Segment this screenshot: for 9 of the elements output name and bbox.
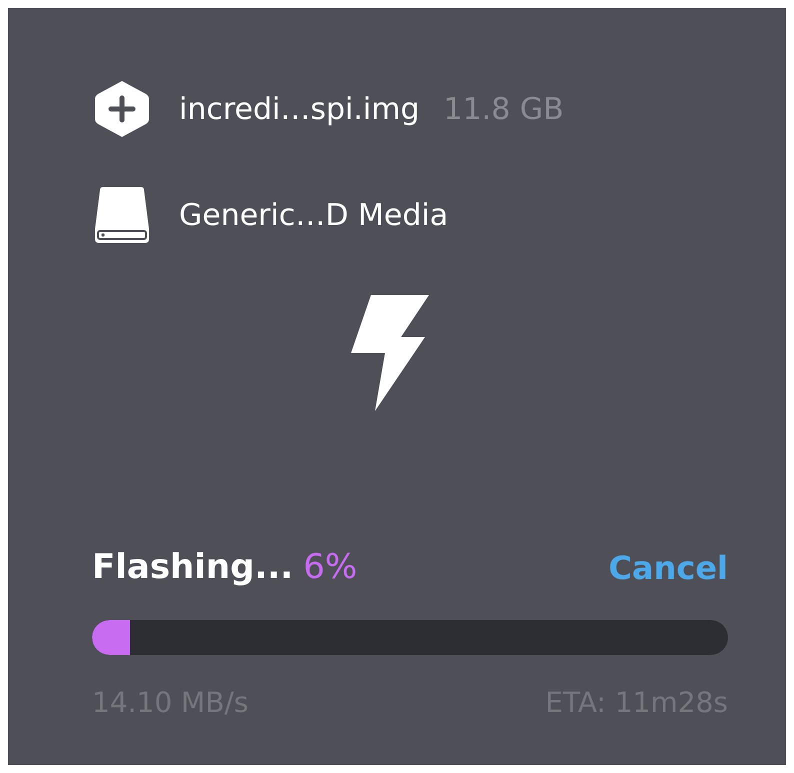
hexagon-plus-icon [93,80,151,138]
drive-name: Generic…D Media [179,196,448,234]
status-text: Flashing... [92,550,294,584]
drive-icon [93,185,151,245]
cancel-link[interactable]: Cancel [608,552,728,584]
image-name: incredi…spi.img [179,90,420,128]
lightning-bolt-icon [351,295,431,411]
progress-percent: 6% [303,550,358,584]
image-size: 11.8 GB [444,90,564,128]
